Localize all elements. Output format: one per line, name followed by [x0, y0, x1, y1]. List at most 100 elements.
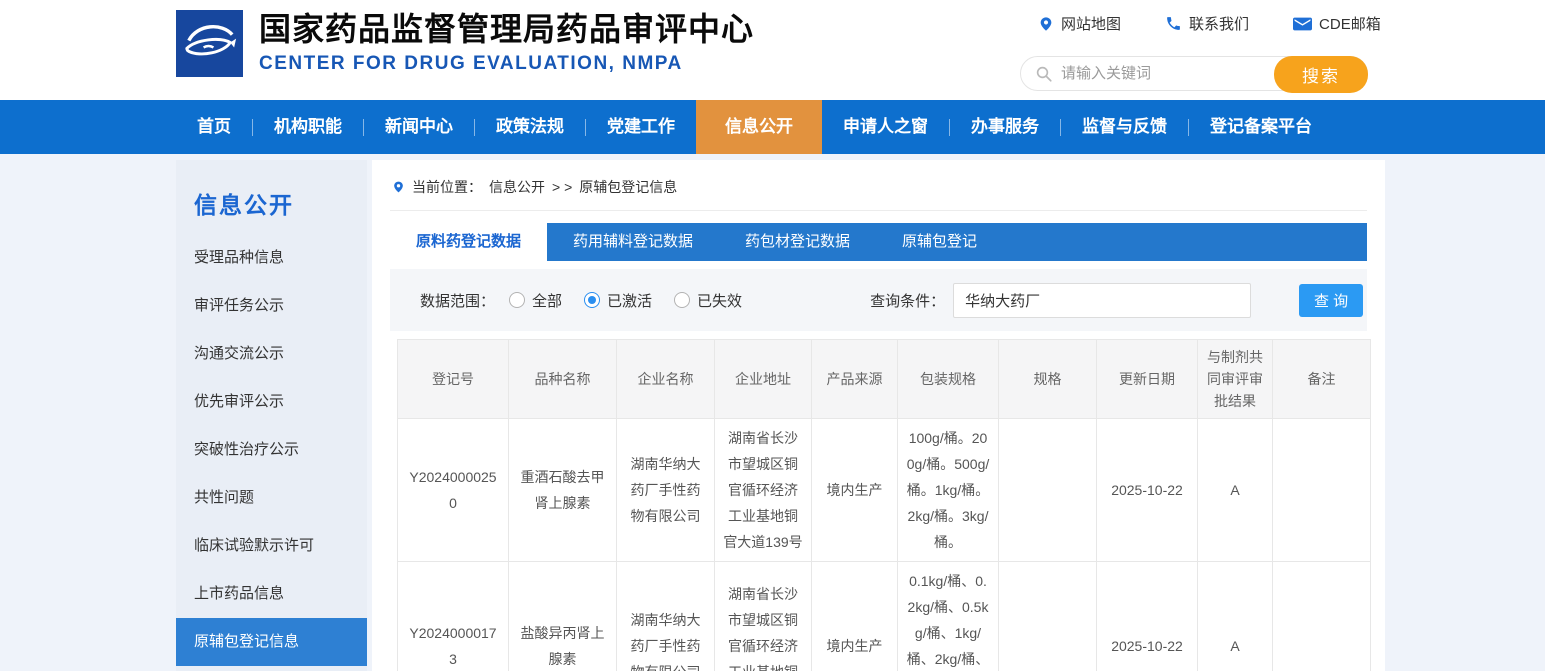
radio-option-expired[interactable]: 已失效	[674, 290, 742, 311]
header-quick-links: 网站地图 联系我们 CDE邮箱	[1038, 13, 1381, 34]
cell-update-date: 2025-10-22	[1097, 562, 1198, 671]
query-label: 查询条件：	[870, 290, 945, 311]
query-input[interactable]	[953, 283, 1251, 318]
cell-review-result: A	[1198, 419, 1273, 562]
sidebar-item-breakthrough-therapy[interactable]: 突破性治疗公示	[176, 426, 367, 474]
radio-icon	[674, 292, 690, 308]
nav-item-applicant-window[interactable]: 申请人之窗	[822, 100, 949, 154]
nav-item-functions[interactable]: 机构职能	[253, 100, 363, 154]
scope-radio-group: 全部 已激活 已失效	[509, 290, 742, 311]
breadcrumb-item-current[interactable]: 原辅包登记信息	[579, 177, 677, 197]
nav-item-services[interactable]: 办事服务	[950, 100, 1060, 154]
site-subtitle: CENTER FOR DRUG EVALUATION, NMPA	[259, 53, 754, 75]
cell-spec	[999, 562, 1097, 671]
search-icon	[1035, 65, 1053, 83]
cell-registration-no: Y20240000250	[398, 419, 509, 562]
contact-us-label: 联系我们	[1189, 13, 1249, 34]
tab-excipient-registration-data[interactable]: 药用辅料登记数据	[547, 223, 719, 261]
search-input[interactable]	[1061, 58, 1281, 89]
breadcrumb-prefix: 当前位置：	[412, 177, 482, 197]
cell-company-address: 湖南省长沙市望城区铜官循环经济工业基地铜官大道139号	[715, 562, 812, 671]
cell-product-name: 重酒石酸去甲肾上腺素	[509, 419, 617, 562]
cell-origin: 境内生产	[812, 562, 898, 671]
radio-option-activated[interactable]: 已激活	[584, 290, 652, 311]
breadcrumb-separator: > >	[552, 179, 572, 195]
sidebar-item-priority-review[interactable]: 优先审评公示	[176, 378, 367, 426]
sitemap-link[interactable]: 网站地图	[1038, 13, 1121, 34]
radio-option-all[interactable]: 全部	[509, 290, 562, 311]
location-pin-icon	[392, 179, 405, 195]
scope-label: 数据范围：	[420, 290, 495, 311]
main-panel: 当前位置： 信息公开 > > 原辅包登记信息 原料药登记数据 药用辅料登记数据 药…	[372, 160, 1385, 671]
sidebar-title: 信息公开	[176, 160, 367, 234]
sidebar-item-review-tasks[interactable]: 审评任务公示	[176, 282, 367, 330]
cde-mail-label: CDE邮箱	[1319, 13, 1381, 34]
cell-package-spec: 100g/桶。200g/桶。500g/桶。1kg/桶。2kg/桶。3kg/桶。	[898, 419, 999, 562]
col-package-spec: 包装规格	[898, 340, 999, 419]
cell-registration-no: Y20240000173	[398, 562, 509, 671]
sidebar-item-api-excipient-packaging-registration[interactable]: 原辅包登记信息	[176, 618, 367, 666]
nav-item-information-disclosure[interactable]: 信息公开	[696, 100, 822, 154]
cell-company-name: 湖南华纳大药厂手性药物有限公司	[617, 419, 715, 562]
cell-remark	[1273, 562, 1371, 671]
sitemap-label: 网站地图	[1061, 13, 1121, 34]
tab-raw-excipient-packaging-registration[interactable]: 原辅包登记	[876, 223, 1003, 261]
filter-bar: 数据范围： 全部 已激活 已失效 查询条件： 查 询	[390, 269, 1367, 331]
col-update-date: 更新日期	[1097, 340, 1198, 419]
site-header: 国家药品监督管理局药品审评中心 CENTER FOR DRUG EVALUATI…	[0, 0, 1545, 100]
cell-spec	[999, 419, 1097, 562]
search-button[interactable]: 搜索	[1274, 56, 1368, 93]
table-row: Y20240000250 重酒石酸去甲肾上腺素 湖南华纳大药厂手性药物有限公司 …	[398, 419, 1371, 562]
col-origin: 产品来源	[812, 340, 898, 419]
registrations-table-wrap: 登记号 品种名称 企业名称 企业地址 产品来源 包装规格 规格 更新日期 与制剂…	[397, 339, 1360, 671]
col-remark: 备注	[1273, 340, 1371, 419]
col-review-result: 与制剂共同审评审批结果	[1198, 340, 1273, 419]
sidebar: 信息公开 受理品种信息 审评任务公示 沟通交流公示 优先审评公示 突破性治疗公示…	[176, 160, 367, 671]
query-button[interactable]: 查 询	[1299, 284, 1363, 317]
cell-company-name: 湖南华纳大药厂手性药物有限公司	[617, 562, 715, 671]
site-search: 搜索	[1020, 56, 1368, 91]
cell-remark	[1273, 419, 1371, 562]
cell-update-date: 2025-10-22	[1097, 419, 1198, 562]
nav-item-party-building[interactable]: 党建工作	[586, 100, 696, 154]
cell-package-spec: 0.1kg/桶、0.2kg/桶、0.5kg/桶、1kg/桶、2kg/桶、3kg/…	[898, 562, 999, 671]
sidebar-item-communication[interactable]: 沟通交流公示	[176, 330, 367, 378]
breadcrumb: 当前位置： 信息公开 > > 原辅包登记信息	[390, 160, 1367, 211]
nav-item-news[interactable]: 新闻中心	[364, 100, 474, 154]
sidebar-item-common-issues[interactable]: 共性问题	[176, 474, 367, 522]
contact-us-link[interactable]: 联系我们	[1165, 13, 1249, 34]
nav-item-policies[interactable]: 政策法规	[475, 100, 585, 154]
col-registration-no: 登记号	[398, 340, 509, 419]
breadcrumb-item-information-disclosure[interactable]: 信息公开	[489, 177, 545, 197]
registrations-table: 登记号 品种名称 企业名称 企业地址 产品来源 包装规格 规格 更新日期 与制剂…	[397, 339, 1371, 671]
cell-origin: 境内生产	[812, 419, 898, 562]
site-title: 国家药品监督管理局药品审评中心	[259, 10, 754, 48]
col-spec: 规格	[999, 340, 1097, 419]
cde-mail-link[interactable]: CDE邮箱	[1293, 13, 1381, 34]
location-pin-icon	[1038, 15, 1054, 33]
cde-logo-icon	[176, 10, 243, 77]
nav-item-home[interactable]: 首页	[176, 100, 252, 154]
col-company-name: 企业名称	[617, 340, 715, 419]
table-header-row: 登记号 品种名称 企业名称 企业地址 产品来源 包装规格 规格 更新日期 与制剂…	[398, 340, 1371, 419]
radio-label-expired: 已失效	[697, 290, 742, 311]
nav-item-registration-platform[interactable]: 登记备案平台	[1189, 100, 1333, 154]
col-company-address: 企业地址	[715, 340, 812, 419]
radio-icon	[509, 292, 525, 308]
nav-item-supervision-feedback[interactable]: 监督与反馈	[1061, 100, 1188, 154]
phone-icon	[1165, 15, 1182, 32]
sidebar-item-clinical-trial-implied-license[interactable]: 临床试验默示许可	[176, 522, 367, 570]
cell-review-result: A	[1198, 562, 1273, 671]
tab-packaging-registration-data[interactable]: 药包材登记数据	[719, 223, 876, 261]
radio-label-all: 全部	[532, 290, 562, 311]
cell-product-name: 盐酸异丙肾上腺素	[509, 562, 617, 671]
radio-label-activated: 已激活	[607, 290, 652, 311]
cell-company-address: 湖南省长沙市望城区铜官循环经济工业基地铜官大道139号	[715, 419, 812, 562]
tab-api-registration-data[interactable]: 原料药登记数据	[390, 223, 547, 261]
mail-icon	[1293, 16, 1312, 32]
table-row: Y20240000173 盐酸异丙肾上腺素 湖南华纳大药厂手性药物有限公司 湖南…	[398, 562, 1371, 671]
radio-checked-icon	[584, 292, 600, 308]
sidebar-item-accepted-products[interactable]: 受理品种信息	[176, 234, 367, 282]
sidebar-item-marketed-drugs[interactable]: 上市药品信息	[176, 570, 367, 618]
main-nav: 首页 机构职能 新闻中心 政策法规 党建工作 信息公开 申请人之窗 办事服务 监…	[0, 100, 1545, 154]
